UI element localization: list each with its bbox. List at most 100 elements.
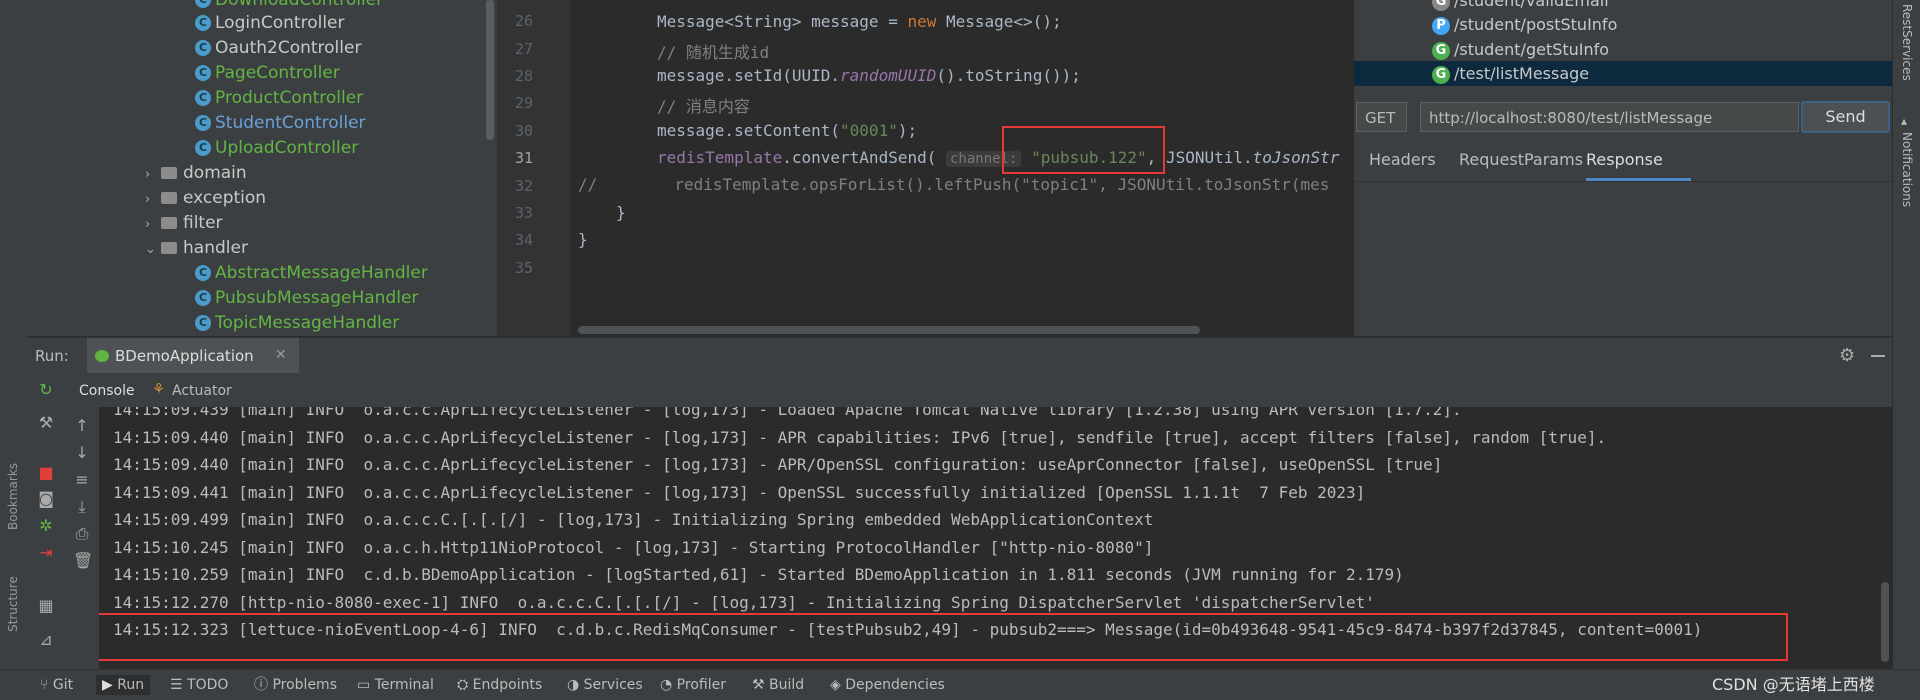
run-tab[interactable]: ▶ Run: [96, 675, 151, 695]
tab-request-params[interactable]: RequestParams: [1459, 150, 1583, 169]
left-tool-strip: Bookmarks Structure: [0, 0, 28, 669]
endpoints-tab[interactable]: ⛭ Endpoints: [457, 675, 542, 695]
restservices-tab[interactable]: RestServices: [1900, 4, 1914, 81]
folder-icon: [161, 217, 177, 229]
class-icon: C: [195, 115, 211, 131]
tree-item[interactable]: C AbstractMessageHandler: [195, 261, 428, 285]
wrench-icon[interactable]: ⚒: [37, 414, 55, 432]
chevron-right-icon[interactable]: ›: [145, 188, 161, 212]
tree-folder-label: filter: [183, 213, 223, 233]
chevron-right-icon[interactable]: ›: [145, 213, 161, 237]
build-tab[interactable]: ⚒ Build: [752, 675, 804, 695]
rest-endpoint[interactable]: P/student/postStuInfo: [1354, 12, 1893, 37]
up-arrow-icon[interactable]: ↑: [73, 417, 91, 435]
tree-folder[interactable]: ⌄ handler: [145, 236, 248, 260]
actuator-icon: ⚘: [152, 380, 166, 398]
folder-icon: [161, 167, 177, 179]
tab-actuator[interactable]: Actuator: [172, 383, 232, 399]
trash-icon[interactable]: 🗑: [73, 552, 93, 570]
tab-console[interactable]: Console: [79, 383, 135, 399]
close-icon[interactable]: ✕: [275, 347, 287, 363]
minimize-icon[interactable]: [1871, 355, 1885, 357]
class-icon: C: [195, 40, 211, 56]
code-editor[interactable]: Message<String> message = new Message<>(…: [570, 0, 1353, 336]
stop-icon[interactable]: ■: [37, 464, 55, 482]
run-tabs: Console ⚘ Actuator: [27, 373, 1892, 408]
get-method-icon: G: [1432, 41, 1450, 60]
rerun-icon[interactable]: ↻: [37, 381, 55, 399]
print-icon[interactable]: ⎙: [73, 525, 91, 543]
todo-tab[interactable]: ☰ TODO: [170, 675, 228, 695]
send-button[interactable]: Send: [1801, 101, 1890, 133]
class-icon: C: [195, 65, 211, 81]
layout-icon[interactable]: ▦: [37, 597, 55, 615]
class-icon: C: [195, 140, 211, 156]
dependencies-tab[interactable]: ◈ Dependencies: [830, 675, 945, 695]
tree-item[interactable]: C ProductController: [195, 86, 363, 110]
exit-icon[interactable]: ⇥: [37, 544, 55, 562]
tree-item-label: PubsubMessageHandler: [215, 288, 419, 308]
debug-icon[interactable]: ✲: [37, 517, 55, 535]
class-icon: C: [195, 15, 211, 31]
url-input[interactable]: http://localhost:8080/test/listMessage: [1420, 102, 1799, 132]
chevron-right-icon[interactable]: ›: [145, 163, 161, 187]
camera-icon[interactable]: ◙: [37, 490, 55, 508]
terminal-tab[interactable]: ▭ Terminal: [357, 675, 434, 695]
git-icon: ⑂: [40, 677, 53, 693]
tree-folder[interactable]: › filter: [145, 211, 223, 235]
log-line: 14:15:09.499 [main] INFO o.a.c.c.C.[.[.[…: [113, 510, 1154, 529]
console-output[interactable]: 14:15:09.439 [main] INFO o.a.c.c.AprLife…: [99, 407, 1892, 669]
list-icon: ☰: [170, 677, 188, 693]
terminal-icon: ▭: [357, 677, 375, 693]
tree-item[interactable]: C TopicMessageHandler: [195, 311, 399, 335]
services-icon: ◑: [567, 677, 584, 693]
bell-icon[interactable]: ▴: [1901, 114, 1913, 128]
line-number: 32: [514, 177, 533, 195]
tree-item[interactable]: C UploadController: [195, 136, 358, 160]
line-number: 35: [514, 259, 533, 277]
tree-folder[interactable]: › exception: [145, 186, 266, 210]
tree-item-label: UploadController: [215, 138, 359, 158]
endpoint-path: /student/validEmail: [1454, 0, 1609, 10]
method-select[interactable]: GET: [1356, 102, 1407, 132]
tree-item[interactable]: C PageController: [195, 61, 340, 85]
gear-icon[interactable]: ⚙: [1839, 345, 1855, 366]
tree-scrollbar[interactable]: [486, 0, 494, 140]
services-tab[interactable]: ◑ Services: [567, 675, 643, 695]
rest-services-panel: G/student/validEmail P/student/postStuIn…: [1353, 0, 1893, 336]
rest-endpoint[interactable]: G/student/getStuInfo: [1354, 37, 1893, 62]
tree-item[interactable]: C LoginController: [195, 11, 344, 35]
log-line: 14:15:09.440 [main] INFO o.a.c.c.AprLife…: [113, 455, 1443, 474]
bookmarks-tab[interactable]: Bookmarks: [6, 463, 20, 530]
tree-item[interactable]: C Oauth2Controller: [195, 36, 361, 60]
run-config-tab[interactable]: BDemoApplication ✕: [87, 338, 299, 374]
tree-item[interactable]: C StudentController: [195, 111, 366, 135]
code-line-28: message.setId(UUID.randomUUID().toString…: [657, 66, 1081, 85]
notifications-tab[interactable]: Notifications: [1900, 132, 1914, 207]
tree-item[interactable]: C PubsubMessageHandler: [195, 286, 418, 310]
code-line-33: }: [616, 203, 626, 222]
rest-endpoint-selected[interactable]: G/test/listMessage: [1354, 61, 1893, 86]
tab-headers[interactable]: Headers: [1369, 150, 1436, 169]
watermark: CSDN @无语堵上西楼: [1712, 675, 1875, 694]
structure-tab[interactable]: Structure: [6, 576, 20, 632]
git-tab[interactable]: ⑂ Git: [40, 675, 73, 695]
pin-icon[interactable]: ⊿: [37, 631, 55, 649]
profiler-tab[interactable]: ◔ Profiler: [660, 675, 726, 695]
down-arrow-icon[interactable]: ↓: [73, 444, 91, 462]
tree-item-label: TopicMessageHandler: [215, 313, 400, 333]
line-number: 27: [514, 40, 533, 58]
scroll-to-end-icon[interactable]: ⤓: [73, 498, 91, 516]
soft-wrap-icon[interactable]: ≡: [73, 471, 91, 489]
console-scrollbar[interactable]: [1881, 582, 1889, 662]
tree-folder[interactable]: › domain: [145, 161, 247, 185]
class-icon: C: [195, 290, 211, 306]
line-number: 34: [514, 231, 533, 249]
editor-hscrollbar[interactable]: [578, 326, 1200, 334]
code-line-26: Message<String> message = new Message<>(…: [657, 12, 1062, 31]
tab-response[interactable]: Response: [1586, 150, 1663, 169]
line-number: 28: [514, 67, 533, 85]
problems-tab[interactable]: ⓘ Problems: [254, 675, 337, 695]
hammer-icon: ⚒: [752, 677, 770, 693]
chevron-down-icon[interactable]: ⌄: [145, 238, 161, 262]
